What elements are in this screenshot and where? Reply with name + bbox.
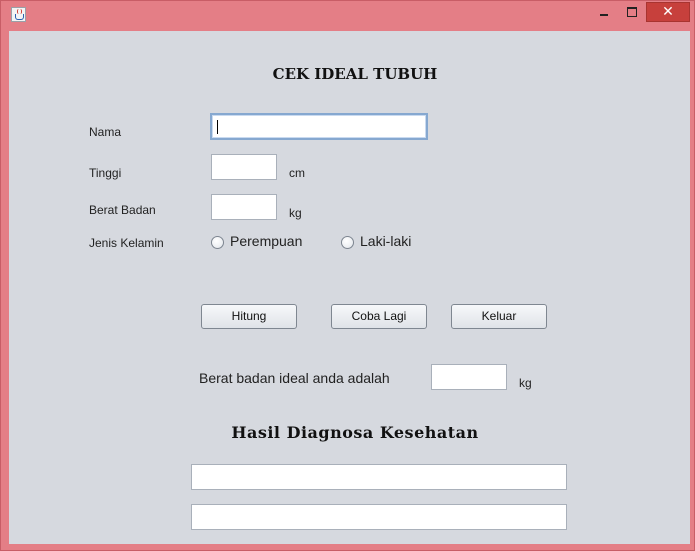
maximize-button[interactable] bbox=[619, 2, 645, 22]
keluar-button[interactable]: Keluar bbox=[451, 304, 547, 329]
diagnosis-field-2[interactable] bbox=[191, 504, 567, 530]
diagnosis-field-1[interactable] bbox=[191, 464, 567, 490]
maximize-icon bbox=[627, 7, 637, 17]
tinggi-input[interactable] bbox=[211, 154, 277, 180]
berat-unit: kg bbox=[289, 206, 302, 220]
berat-input[interactable] bbox=[211, 194, 277, 220]
ideal-weight-output[interactable] bbox=[431, 364, 507, 390]
coba-lagi-button[interactable]: Coba Lagi bbox=[331, 304, 427, 329]
ideal-weight-label: Berat badan ideal anda adalah bbox=[199, 370, 390, 386]
ideal-weight-unit: kg bbox=[519, 376, 532, 390]
diagnosis-title: Hasil Diagnosa Kesehatan bbox=[231, 423, 479, 442]
form-panel: CEK IDEAL TUBUH Nama Tinggi cm Berat Bad… bbox=[9, 31, 690, 544]
radio-perempuan-label[interactable]: Perempuan bbox=[230, 233, 302, 249]
title-bar[interactable]: ✕ bbox=[1, 1, 694, 30]
close-button[interactable]: ✕ bbox=[646, 2, 690, 22]
minimize-icon bbox=[600, 14, 608, 16]
java-cup-icon[interactable] bbox=[11, 7, 26, 22]
tinggi-label: Tinggi bbox=[89, 166, 122, 180]
text-caret bbox=[217, 120, 218, 134]
radio-laki-laki[interactable] bbox=[341, 236, 354, 249]
close-icon: ✕ bbox=[662, 4, 674, 20]
page-title: CEK IDEAL TUBUH bbox=[272, 65, 438, 83]
tinggi-unit: cm bbox=[289, 166, 305, 180]
app-window: ✕ CEK IDEAL TUBUH Nama Tinggi cm Berat B… bbox=[0, 0, 695, 551]
radio-laki-laki-label[interactable]: Laki-laki bbox=[360, 233, 411, 249]
hitung-button[interactable]: Hitung bbox=[201, 304, 297, 329]
jenis-kelamin-label: Jenis Kelamin bbox=[89, 236, 164, 250]
nama-label: Nama bbox=[89, 125, 122, 139]
berat-label: Berat Badan bbox=[89, 203, 156, 217]
radio-perempuan[interactable] bbox=[211, 236, 224, 249]
nama-input[interactable] bbox=[210, 113, 428, 140]
minimize-button[interactable] bbox=[591, 2, 617, 22]
